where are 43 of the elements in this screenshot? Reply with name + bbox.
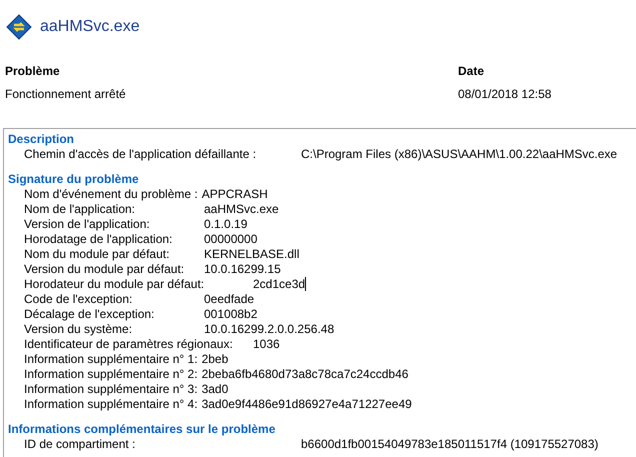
field-value: 3ad0e9f4486e91d86927e4a71227ee49 (202, 397, 412, 412)
field-label: Identificateur de paramètres régionaux: (24, 337, 234, 352)
field-label: Information supplémentaire n° 4: (24, 397, 198, 412)
column-heading: Problème (5, 64, 61, 78)
field-value: 1036 (253, 337, 280, 352)
field-value: C:\Program Files (x86)\ASUS\AAHM\1.00.22\aaHMSvc.exe (301, 147, 618, 162)
field-value: 3ad0 (202, 382, 228, 397)
column-heading: Date (458, 64, 486, 78)
field-label: Chemin d'accès de l'application défaillante : (24, 147, 258, 162)
field-value: b6600d1fb00154049783e185011517f4 (109175527083) (301, 437, 598, 452)
field-value: 10.0.16299.15 (204, 262, 281, 277)
field-value: 001008b2 (204, 307, 258, 322)
section-heading: Informations complémentaires sur le problème (8, 421, 276, 437)
field-label: Information supplémentaire n° 3: (24, 382, 198, 397)
column-value: Fonctionnement arrêté (5, 87, 127, 101)
field-label: Version du module par défaut: (24, 262, 186, 277)
field-label: Information supplémentaire n° 2: (24, 367, 198, 382)
app-icon (6, 14, 32, 40)
field-value: aaHMSvc.exe (204, 202, 279, 217)
section-heading: Description (8, 131, 76, 147)
field-label: Code de l'exception: (24, 292, 134, 307)
field-value: 2beba6fb4680d73a8c78ca7c24ccdb46 (202, 367, 408, 382)
app-title: aaHMSvc.exe (40, 18, 140, 36)
field-label: Nom du module par défaut: (24, 247, 170, 262)
field-value: KERNELBASE.dll (204, 247, 300, 262)
field-label: Horodatage de l'application: (24, 232, 174, 247)
field-value: 00000000 (204, 232, 258, 247)
field-label: Horodateur du module par défaut: (24, 277, 206, 292)
column-value: 08/01/2018 12:58 (458, 87, 552, 101)
field-label: Version de l'application: (24, 217, 151, 232)
field-label: Décalage de l'exception: (24, 307, 156, 322)
field-label: Version du système: (24, 322, 134, 337)
section-heading: Signature du problème (8, 171, 140, 187)
field-label: Information supplémentaire n° 1: (24, 352, 198, 367)
field-value: 2cd1ce3d (253, 277, 306, 292)
field-label: Nom de l'application: (24, 202, 136, 217)
field-label: Nom d'événement du problème : (24, 187, 198, 202)
field-value: 0.1.0.19 (204, 217, 248, 232)
field-value: 0eedfade (204, 292, 254, 307)
field-label: ID de compartiment : (24, 437, 136, 452)
field-value: APPCRASH (202, 187, 268, 202)
field-value: 10.0.16299.2.0.0.256.48 (204, 322, 334, 337)
field-value: 2beb (202, 352, 228, 367)
